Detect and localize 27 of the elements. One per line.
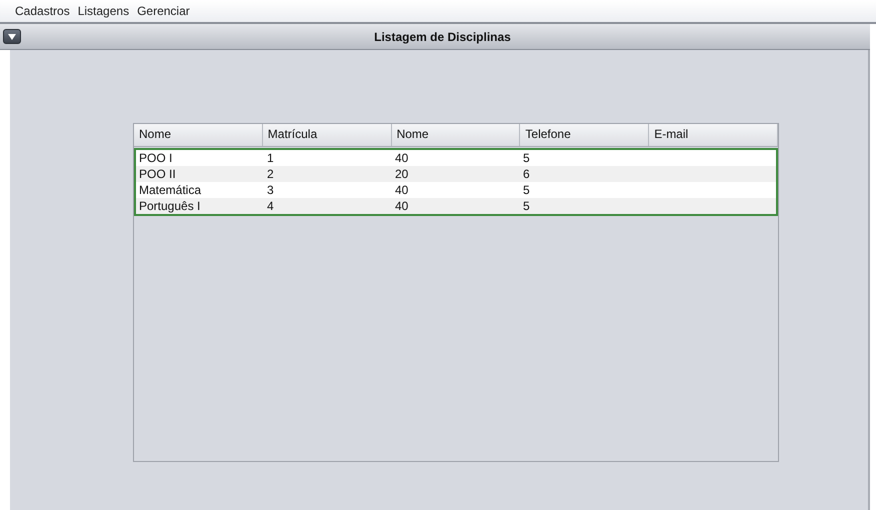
column-header[interactable]: E-mail — [649, 124, 778, 146]
table-cell-text: 3 — [266, 182, 275, 198]
column-header[interactable]: Nome — [392, 124, 520, 146]
table-cell-text: 40 — [394, 198, 410, 214]
menu-item[interactable]: Cadastros — [12, 4, 73, 18]
table-cell-text: 40 — [394, 150, 410, 166]
table-cell-text: 20 — [394, 166, 410, 182]
menu-item[interactable]: Listagens — [74, 4, 132, 18]
table-cell-text: 5 — [522, 150, 531, 166]
column-header[interactable]: Nome — [134, 124, 263, 146]
table-cell-text: 5 — [522, 182, 531, 198]
table-cell-text: 5 — [522, 198, 531, 214]
table-cell-text: POO II — [138, 166, 177, 182]
column-header[interactable]: Matrícula — [262, 124, 392, 146]
table-cell-text: 40 — [394, 182, 410, 198]
table-cell-text: Português I — [138, 198, 202, 214]
table-cell-text: 2 — [266, 166, 275, 182]
window-title: Listagem de Disciplinas — [373, 30, 512, 44]
table-cell-text: POO I — [138, 150, 174, 166]
table-cell-text: Matemática — [138, 182, 202, 198]
table-cell-text: 6 — [522, 166, 531, 182]
column-header[interactable]: Telefone — [520, 124, 650, 146]
menu-item[interactable]: Gerenciar — [134, 4, 193, 18]
table-cell-text: 1 — [266, 150, 275, 166]
window-menu-button[interactable] — [3, 29, 21, 44]
table-cell-text: 4 — [266, 198, 275, 214]
caret-icon — [8, 34, 16, 40]
